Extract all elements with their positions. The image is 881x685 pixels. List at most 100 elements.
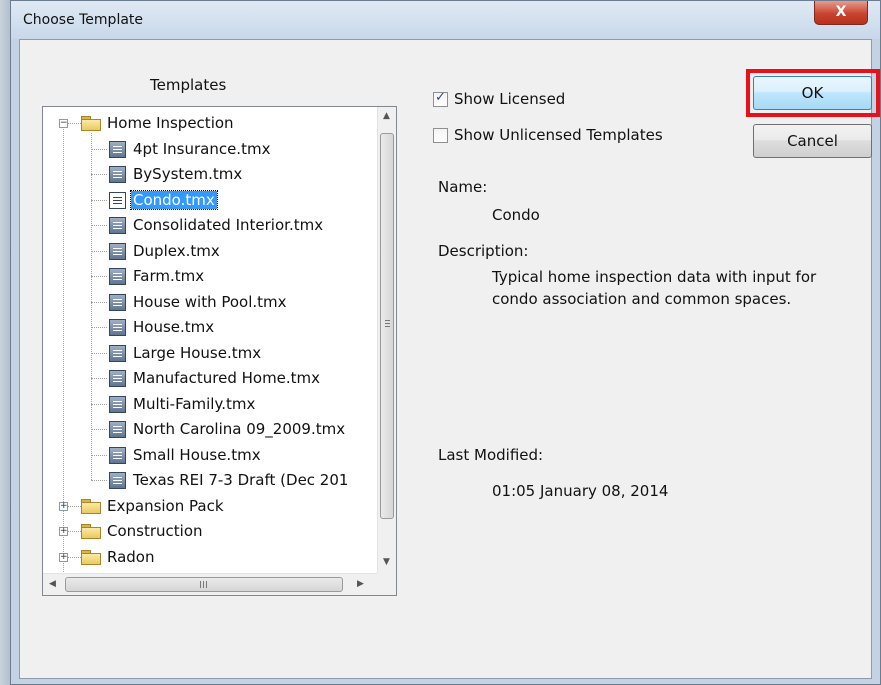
tree-template-node[interactable]: Multi-Family.tmx [43,392,377,417]
tree-connector-line [67,123,81,124]
show-licensed-checkbox[interactable]: ✓ [433,90,448,107]
tree-node-label: Small House.tmx [133,445,261,464]
expand-icon[interactable]: + [59,527,68,536]
folder-icon [81,524,101,539]
template-file-icon [109,242,126,260]
tree-connector-line [91,352,107,354]
tree-node-label: Home Inspection [107,114,234,132]
folder-icon [81,116,101,131]
expand-icon[interactable]: + [59,501,68,511]
vertical-scroll-thumb[interactable] [380,133,394,519]
tree-template-node[interactable]: Duplex.tmx [43,239,377,264]
tree-connector-line [67,531,81,532]
tree-node-label: Expansion Pack [107,496,224,515]
description-text: Typical home inspection data with input … [492,266,816,310]
template-file-icon [109,268,126,285]
tree-connector-line [91,403,107,405]
tree-connector-line [91,276,107,277]
expand-icon[interactable]: + [59,552,68,562]
folder-icon [81,498,101,514]
window-title: Choose Template [23,12,144,28]
template-file-icon [109,395,126,413]
tree-template-node[interactable]: Condo.tmx [43,188,377,213]
scroll-left-arrow-icon[interactable]: ◀ [49,579,56,589]
grip-line [385,326,390,327]
tree-template-node[interactable]: BySystem.tmx [43,162,377,187]
last-modified-value: 01:05 January 08, 2014 [492,482,669,500]
tree-connector-line [67,556,81,558]
template-file-icon [109,472,126,489]
tree-connector-line [91,429,107,430]
selected-template-label: Condo.tmx [130,189,218,210]
grip-line [200,581,201,588]
tree-node-label: House with Pool.tmx [133,292,287,311]
tree-template-node[interactable]: Consolidated Interior.tmx [43,213,377,238]
tree-connector-line [91,148,107,150]
template-file-icon [109,446,126,464]
horizontal-scroll-thumb[interactable] [65,577,343,592]
tree-node-label: Consolidated Interior.tmx [133,216,324,234]
name-value: Condo [492,206,540,224]
ok-button-highlight [746,69,880,117]
tree-template-node[interactable]: Large House.tmx [43,341,377,366]
template-file-icon [109,140,126,158]
description-line: condo association and common spaces. [492,290,792,308]
tree-connector-line [91,250,107,252]
tree-node-label: Multi-Family.tmx [133,394,256,413]
tree-connector-line [91,327,107,328]
tree-connector-line [91,301,107,303]
templates-heading: Templates [150,76,227,94]
scroll-up-arrow-icon[interactable]: ▲ [383,111,390,121]
template-file-icon [109,166,126,183]
vertical-scrollbar[interactable]: ▲ ▼ [377,107,396,573]
tree-node-label: Large House.tmx [133,343,262,362]
title-bar[interactable]: Choose Template X [11,1,880,39]
grip-line [385,320,390,321]
tree-template-node[interactable]: 4pt Insurance.tmx [43,137,377,162]
tree-template-node[interactable]: Farm.tmx [43,264,377,289]
tree-template-node[interactable]: Small House.tmx [43,443,377,468]
choose-template-dialog: Choose Template X Templates − Home Inspec… [10,0,881,685]
folder-icon [81,549,101,565]
tree-folder-node[interactable]: + Expansion Pack [43,494,377,519]
tree-connector-line [91,174,107,175]
description-label: Description: [438,242,529,260]
close-icon: X [835,4,847,20]
tree-folder-node[interactable]: + Construction [43,519,377,544]
show-licensed-label[interactable]: Show Licensed [454,90,565,108]
tree-node-label: BySystem.tmx [133,165,243,183]
show-unlicensed-checkbox[interactable] [433,128,448,143]
grip-line [206,581,207,588]
tree-folder-node[interactable]: − Home Inspection [43,111,377,136]
last-modified-label: Last Modified: [438,446,544,464]
scrollbar-corner [377,573,396,595]
tree-connector-line [91,199,107,201]
template-file-icon [109,344,126,362]
collapse-icon[interactable]: − [59,119,68,128]
show-unlicensed-label[interactable]: Show Unlicensed Templates [454,126,663,144]
tree-node-label: 4pt Insurance.tmx [133,139,271,158]
checkmark-icon: ✓ [435,90,446,105]
template-file-icon [109,191,126,209]
tree-template-node[interactable]: House.tmx [43,315,377,340]
template-file-icon [109,319,126,336]
tree-folder-node[interactable]: + Radon [43,545,377,570]
scroll-down-arrow-icon[interactable]: ▼ [383,557,390,567]
tree-template-node[interactable]: North Carolina 09_2009.tmx [43,417,377,442]
template-tree[interactable]: − Home Inspection 4pt Insurance.tmx BySyste… [42,106,397,596]
tree-template-node[interactable]: House with Pool.tmx [43,290,377,315]
close-button[interactable]: X [814,1,868,25]
scroll-right-arrow-icon[interactable]: ▶ [357,579,364,589]
tree-template-node[interactable]: Texas REI 7-3 Draft (Dec 201 [43,468,377,493]
tree-connector-line [91,454,107,456]
cancel-button[interactable]: Cancel [753,124,872,158]
template-file-icon [109,217,126,234]
horizontal-scrollbar[interactable]: ◀ ▶ [43,573,377,595]
tree-node-label: Texas REI 7-3 Draft (Dec 201 [133,471,349,489]
tree-template-node[interactable]: Manufactured Home.tmx [43,366,377,391]
tree-node-label: Radon [107,547,155,566]
tree-node-label: Construction [107,522,203,540]
tree-connector-line [67,505,81,507]
template-file-icon [109,370,126,387]
description-line: Typical home inspection data with input … [492,268,817,286]
